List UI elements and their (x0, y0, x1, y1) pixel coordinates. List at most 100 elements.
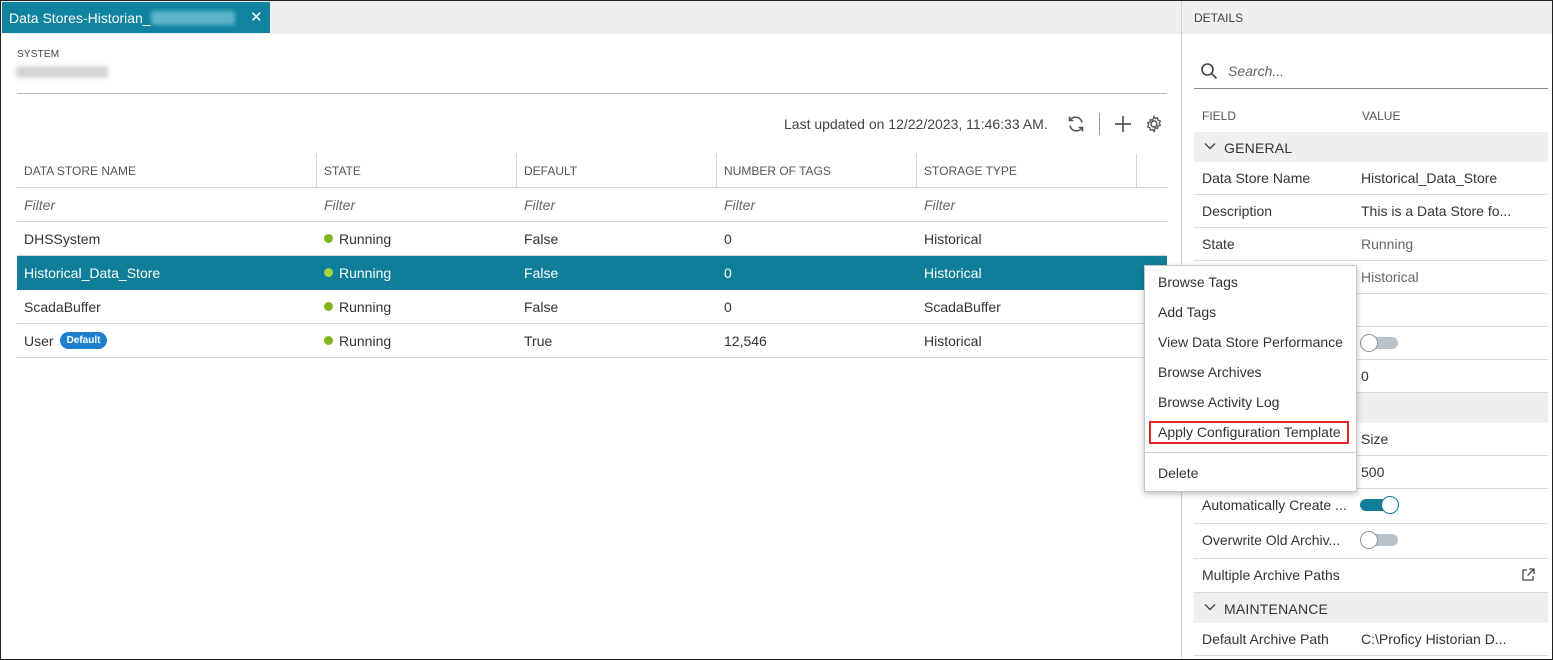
refresh-icon[interactable] (1066, 114, 1086, 134)
search-icon (1201, 63, 1218, 80)
field-label: Automatically Create ... (1202, 497, 1347, 513)
section-maintenance[interactable]: MAINTENANCE (1194, 593, 1548, 623)
field-value: Historical (1361, 269, 1419, 285)
cell-state: Running (317, 324, 517, 357)
status-dot-icon (324, 234, 333, 243)
cell-state: Running (317, 290, 517, 323)
system-value-redacted (16, 66, 108, 78)
status-dot-icon (324, 302, 333, 311)
field-value: This is a Data Store fo... (1361, 203, 1512, 219)
toggle-switch[interactable] (1360, 334, 1400, 352)
close-icon[interactable]: ✕ (250, 10, 263, 25)
filter-name-input[interactable]: Filter (17, 188, 317, 221)
overwrite-toggle[interactable] (1360, 531, 1400, 549)
cell-storage: Historical (924, 264, 982, 281)
cell-default: False (524, 230, 559, 247)
field-value: 500 (1361, 464, 1385, 480)
cell-name: ScadaBuffer (24, 298, 101, 315)
field-label: Description (1202, 203, 1273, 219)
menu-item-browse-archives[interactable]: Browse Archives (1158, 364, 1261, 380)
menu-item-browse-activity-log[interactable]: Browse Activity Log (1158, 394, 1279, 410)
column-header-tags[interactable]: NUMBER OF TAGS (717, 154, 917, 187)
cell-default: False (524, 298, 559, 315)
field-label: Default Archive Path (1202, 631, 1329, 647)
cell-state: Running (317, 256, 517, 289)
auto-create-toggle[interactable] (1360, 496, 1400, 514)
chevron-down-icon (1204, 604, 1216, 611)
toolbar-divider (1099, 113, 1100, 135)
filter-state-input[interactable]: Filter (317, 188, 517, 221)
menu-item-delete[interactable]: Delete (1158, 465, 1198, 481)
menu-item-browse-tags[interactable]: Browse Tags (1158, 274, 1238, 290)
table-row[interactable]: ScadaBuffer Running False 0 ScadaBuffer (17, 290, 1167, 324)
table-header-row: DATA STORE NAME STATE DEFAULT NUMBER OF … (17, 154, 1167, 188)
cell-name: User Default (17, 324, 317, 357)
cell-tags: 0 (724, 298, 732, 315)
chevron-down-icon (1204, 143, 1216, 150)
default-badge: Default (59, 332, 108, 349)
field-value: Size (1361, 431, 1389, 447)
name-text: User (24, 332, 54, 349)
search-placeholder: Search... (1228, 63, 1285, 79)
field-value: Running (1361, 236, 1414, 252)
external-link-icon[interactable] (1520, 567, 1536, 583)
cell-name: Historical_Data_Store (24, 264, 161, 281)
table-row[interactable]: User Default Running True 12,546 Historic… (17, 324, 1167, 358)
menu-divider (1145, 452, 1356, 453)
state-text: Running (339, 264, 392, 281)
filter-tags-input[interactable]: Filter (717, 188, 917, 221)
section-label: GENERAL (1224, 140, 1293, 156)
tab-data-stores[interactable]: Data Stores-Historian_ ✕ (2, 2, 270, 33)
data-stores-table: DATA STORE NAME STATE DEFAULT NUMBER OF … (17, 154, 1167, 358)
property-row: Description This is a Data Store fo... (1194, 195, 1548, 228)
property-row: Overwrite Old Archiv... (1194, 524, 1548, 559)
details-search-input[interactable]: Search... (1194, 56, 1548, 89)
section-general[interactable]: GENERAL (1194, 132, 1548, 162)
cell-tags: 0 (724, 230, 732, 247)
field-column-header: FIELD (1202, 109, 1237, 123)
table-row-selected[interactable]: Historical_Data_Store Running False 0 Hi… (17, 256, 1167, 290)
table-row[interactable]: DHSSystem Running False 0 Historical (17, 222, 1167, 256)
cell-state: Running (317, 222, 517, 255)
redacted-system-name (151, 11, 235, 25)
menu-item-view-performance[interactable]: View Data Store Performance (1158, 334, 1343, 350)
field-label: Data Store Name (1202, 170, 1311, 186)
filter-storage-input[interactable]: Filter (917, 188, 1137, 221)
cell-storage: Historical (924, 230, 982, 247)
column-header-name[interactable]: DATA STORE NAME (17, 154, 317, 187)
filter-default-input[interactable]: Filter (517, 188, 717, 221)
context-menu: Browse Tags Add Tags View Data Store Per… (1144, 265, 1357, 492)
cell-tags: 0 (724, 264, 732, 281)
section-label: MAINTENANCE (1224, 601, 1329, 617)
state-text: Running (339, 332, 392, 349)
menu-item-apply-configuration-template[interactable]: Apply Configuration Template (1158, 424, 1341, 440)
details-title: DETAILS (1194, 11, 1244, 25)
value-column-header: VALUE (1362, 109, 1401, 123)
add-icon[interactable] (1113, 114, 1133, 134)
system-label: SYSTEM (17, 49, 60, 60)
column-header-storage-type[interactable]: STORAGE TYPE (917, 154, 1137, 187)
cell-storage: ScadaBuffer (924, 298, 1001, 315)
field-value: C:\Proficy Historian D... (1361, 631, 1507, 647)
field-label: Overwrite Old Archiv... (1202, 532, 1341, 548)
cell-default: False (524, 264, 559, 281)
field-label: State (1202, 236, 1235, 252)
state-text: Running (339, 298, 392, 315)
cell-default: True (524, 332, 553, 349)
column-header-state[interactable]: STATE (317, 154, 517, 187)
field-label: Multiple Archive Paths (1202, 567, 1340, 583)
cell-tags: 12,546 (724, 332, 767, 349)
field-value: 0 (1361, 368, 1369, 384)
details-header: DETAILS (1182, 1, 1552, 34)
gear-icon[interactable] (1144, 114, 1164, 134)
last-updated-text: Last updated on 12/22/2023, 11:46:33 AM. (784, 116, 1048, 132)
property-row: Automatically Create ... (1194, 489, 1548, 524)
field-value: Historical_Data_Store (1361, 170, 1498, 186)
property-row: Multiple Archive Paths (1194, 559, 1548, 593)
header-divider (17, 93, 1167, 94)
property-row: State Running (1194, 228, 1548, 261)
cell-name: DHSSystem (24, 230, 101, 247)
menu-item-add-tags[interactable]: Add Tags (1158, 304, 1216, 320)
column-header-default[interactable]: DEFAULT (517, 154, 717, 187)
tab-title: Data Stores-Historian_ (9, 10, 151, 26)
